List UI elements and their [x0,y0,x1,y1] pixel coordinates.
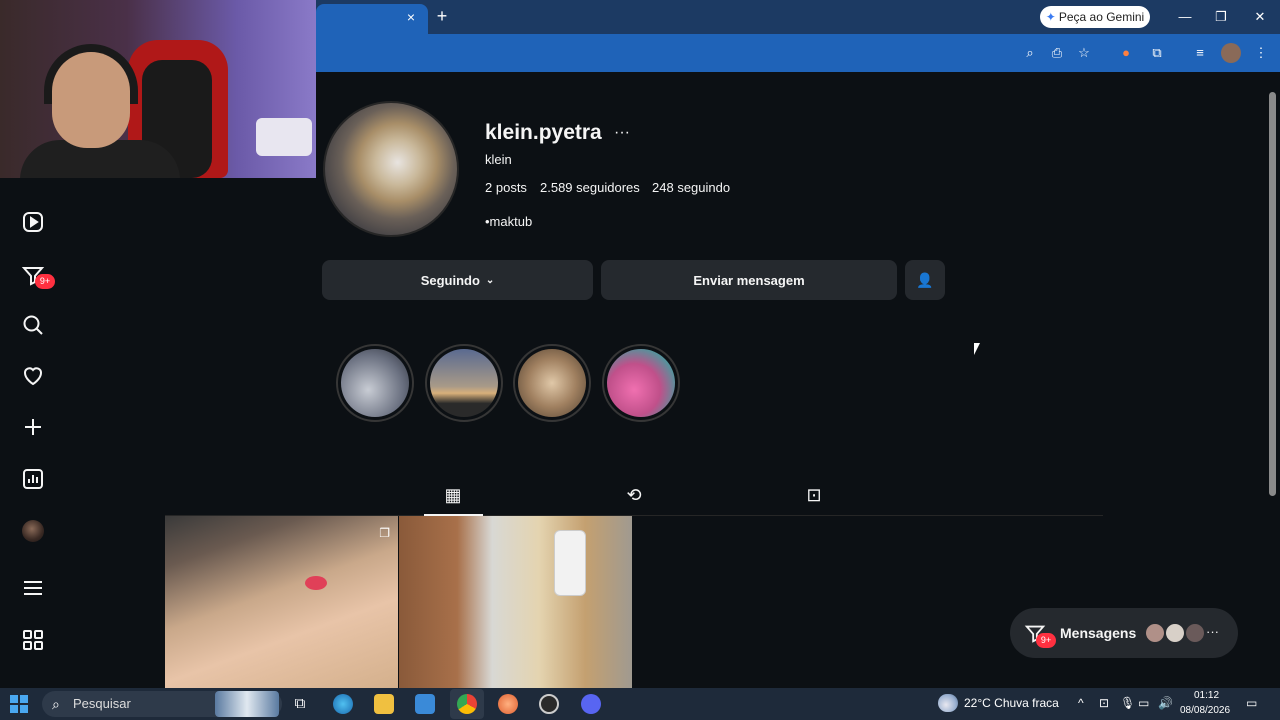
edge-icon[interactable] [333,694,353,714]
network-icon[interactable]: ▭ [1138,696,1149,710]
windows-start-icon[interactable] [10,695,28,713]
profile-picture[interactable] [323,101,459,237]
post-thumbnail[interactable]: ❐ [165,516,398,688]
profile-username: klein.pyetra [485,121,602,144]
taskbar-search-input[interactable]: Pesquisar [73,696,131,711]
messages-label: Mensagens [1060,625,1137,641]
restore-button[interactable]: ❐ [1206,6,1236,28]
file-explorer-icon[interactable] [374,694,394,714]
insights-icon[interactable] [19,465,47,493]
install-app-icon[interactable]: ⎙ [1047,43,1067,63]
story-highlight[interactable] [513,344,591,422]
posts-grid-tab-icon[interactable]: ▦ [442,484,464,506]
taskbar-search-icon: ⌕ [52,696,60,712]
notifications-icon[interactable]: ▭ [1246,696,1257,710]
new-tab-icon[interactable]: + [432,6,452,26]
weather-text[interactable]: 22°C Chuva fraca [964,696,1059,710]
chevron-down-icon: ⌄ [485,274,495,286]
reels-icon[interactable] [19,208,47,236]
bookmark-star-icon[interactable]: ☆ [1074,43,1094,63]
suggest-user-button[interactable]: 👤 [905,260,945,300]
extension-icon[interactable]: ● [1116,43,1136,63]
mouse-cursor [974,343,980,355]
more-options-icon[interactable]: ··· [614,124,630,142]
volume-icon[interactable]: 🔊 [1158,696,1173,710]
story-highlight[interactable] [336,344,414,422]
search-highlight-image[interactable] [215,691,279,717]
post-thumbnail[interactable] [399,516,632,688]
messages-badge: 9+ [1036,633,1056,648]
message-avatar [1164,622,1186,644]
profile-full-name: klein [485,152,512,167]
extensions-puzzle-icon[interactable]: ⧉ [1147,43,1167,63]
send-message-button[interactable]: Enviar mensagem [601,260,897,300]
tab-close-icon[interactable]: × [402,8,420,26]
story-highlight[interactable] [425,344,503,422]
phone-in-photo [554,530,586,596]
gemini-button[interactable]: ✦ Peça ao Gemini [1040,6,1150,28]
carousel-icon: ❐ [379,526,390,540]
notification-badge: 9+ [35,274,55,289]
clock-date[interactable]: 08/08/2026 [1180,705,1230,716]
tray-overflow-icon[interactable]: ^ [1078,696,1084,710]
webcam-overlay [0,0,316,178]
following-button[interactable]: Seguindo ⌄ [322,260,593,300]
menu-kebab-icon[interactable]: ⋮ [1251,43,1271,63]
clock-time[interactable]: 01:12 [1194,690,1219,701]
discord-icon[interactable] [581,694,601,714]
profile-bio: •maktub [485,214,533,229]
chrome-icon[interactable] [457,694,477,714]
message-avatar [1184,622,1206,644]
tray-device-icon[interactable]: ⊡ [1099,696,1109,710]
zoom-icon[interactable]: ⌕ [1020,43,1040,63]
reposts-tab-icon[interactable]: ⟲ [623,484,645,506]
search-icon[interactable] [19,311,47,339]
story-highlight[interactable] [602,344,680,422]
scrollbar-thumb[interactable] [1269,92,1276,496]
tagged-tab-icon[interactable]: ⊡ [803,484,825,506]
gemini-star-icon: ✦ [1045,10,1056,24]
app-icon[interactable] [498,694,518,714]
posts-count: 2 posts [485,180,527,195]
create-plus-icon[interactable] [19,413,47,441]
gemini-button-label: Peça ao Gemini [1058,10,1145,24]
messages-more-icon: ··· [1206,624,1219,639]
minimize-button[interactable]: — [1170,6,1200,28]
hamburger-menu-icon[interactable] [19,574,47,602]
microphone-icon[interactable]: 🎙 [1120,696,1135,710]
heart-icon[interactable] [19,362,47,390]
add-user-icon: 👤 [916,271,934,288]
message-avatar [1144,622,1166,644]
task-view-icon[interactable]: ⧉ [290,694,310,714]
followers-count[interactable]: 2.589 seguidores [540,180,640,195]
media-control-icon[interactable]: ≡ [1190,43,1210,63]
store-icon[interactable] [415,694,435,714]
close-window-button[interactable]: ✕ [1245,6,1275,28]
apps-grid-icon[interactable] [19,626,47,654]
profile-avatar[interactable] [22,520,44,542]
obs-icon[interactable] [539,694,559,714]
headset [44,44,138,104]
profile-avatar-icon[interactable] [1221,43,1241,63]
following-count[interactable]: 248 seguindo [652,180,730,195]
weather-icon[interactable] [938,694,958,712]
